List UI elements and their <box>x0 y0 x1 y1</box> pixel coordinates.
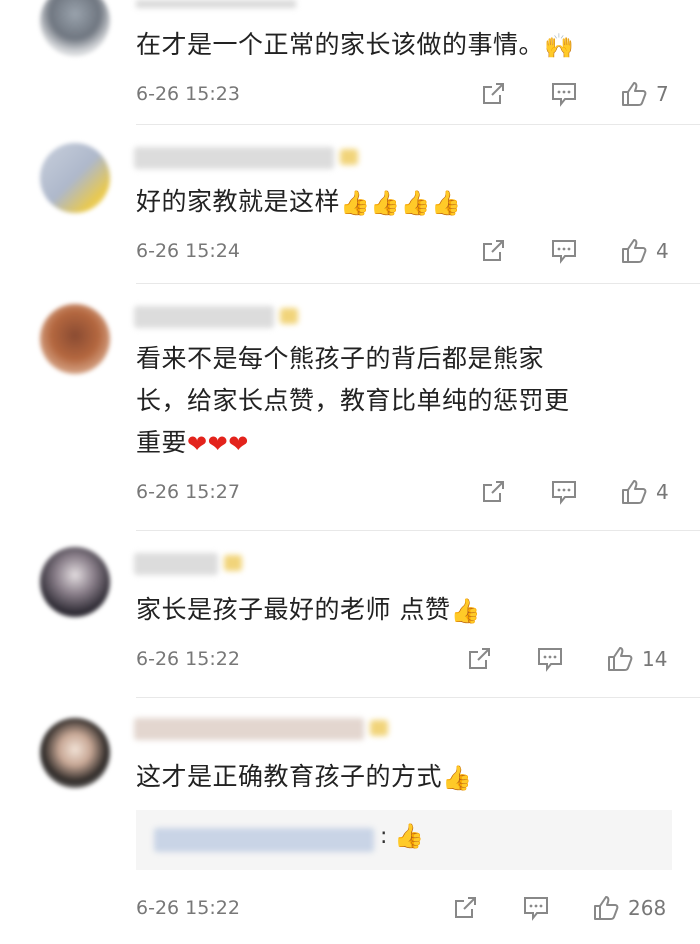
like-button[interactable]: 7 <box>620 79 669 109</box>
comment-icon <box>524 897 548 921</box>
reply-username[interactable] <box>154 828 374 852</box>
reply-colon: : <box>380 824 388 849</box>
share-button[interactable] <box>480 236 506 266</box>
comment-button[interactable] <box>550 477 578 507</box>
username[interactable] <box>134 718 388 740</box>
comment-meta: 6-26 15:22 14 <box>136 644 680 674</box>
avatar[interactable] <box>40 718 110 788</box>
comment-item: 好的家教就是这样👍👍👍👍 6-26 15:24 4 <box>0 125 700 283</box>
avatar[interactable] <box>40 304 110 374</box>
like-icon <box>622 82 647 106</box>
like-button[interactable]: 4 <box>620 236 669 266</box>
comment-icon <box>552 83 576 107</box>
timestamp: 6-26 15:22 <box>136 897 240 919</box>
comment-meta: 6-26 15:27 4 <box>136 477 680 507</box>
like-icon <box>608 647 633 671</box>
comment-button[interactable] <box>550 236 578 266</box>
comment-button[interactable] <box>536 644 564 674</box>
comment-item: 这才是正确教育孩子的方式👍 : 👍 6-26 15:22 268 <box>0 698 700 944</box>
comment-icon <box>538 648 562 672</box>
comment-meta: 6-26 15:24 4 <box>136 236 680 266</box>
comment-text: 在才是一个正常的家长该做的事情。🙌 <box>136 30 575 60</box>
share-button[interactable] <box>480 477 506 507</box>
comment-feed: 在才是一个正常的家长该做的事情。🙌 6-26 15:23 7 好的家教就是这样👍… <box>0 0 700 944</box>
comment-item: 看来不是每个熊孩子的背后都是熊家 长，给家长点赞，教育比单纯的惩罚更 重要❤❤❤… <box>0 284 700 530</box>
timestamp: 6-26 15:27 <box>136 481 240 503</box>
share-icon <box>483 83 504 104</box>
like-button[interactable]: 268 <box>592 893 666 923</box>
comment-button[interactable] <box>522 893 550 923</box>
thumbs-up-emoji: 👍 <box>394 822 424 850</box>
comment-meta: 6-26 15:22 268 <box>136 893 680 923</box>
comment-text: 这才是正确教育孩子的方式👍 <box>136 762 473 792</box>
like-button[interactable]: 4 <box>620 477 669 507</box>
heart-emoji: ❤❤❤ <box>187 430 249 458</box>
username[interactable] <box>136 0 296 8</box>
like-count: 14 <box>642 647 668 671</box>
avatar[interactable] <box>40 0 110 56</box>
timestamp: 6-26 15:22 <box>136 648 240 670</box>
like-button[interactable]: 14 <box>606 644 667 674</box>
username[interactable] <box>134 553 242 575</box>
like-count: 4 <box>656 239 669 263</box>
share-icon <box>469 648 490 669</box>
like-icon <box>594 896 619 920</box>
timestamp: 6-26 15:24 <box>136 240 240 262</box>
comment-text: 看来不是每个熊孩子的背后都是熊家 长，给家长点赞，教育比单纯的惩罚更 重要❤❤❤ <box>136 344 570 458</box>
thumbs-up-emoji: 👍 <box>442 764 473 792</box>
avatar[interactable] <box>40 547 110 617</box>
like-icon <box>622 239 647 263</box>
comment-item: 在才是一个正常的家长该做的事情。🙌 6-26 15:23 7 <box>0 0 700 125</box>
comment-item: 家长是孩子最好的老师 点赞👍 6-26 15:22 14 <box>0 531 700 697</box>
share-icon <box>483 481 504 502</box>
username[interactable] <box>134 306 298 328</box>
comment-text: 家长是孩子最好的老师 点赞👍 <box>136 595 481 625</box>
like-count: 7 <box>656 82 669 106</box>
share-button[interactable] <box>452 893 478 923</box>
reply-preview[interactable]: : 👍 <box>136 810 672 870</box>
like-icon <box>622 480 647 504</box>
username[interactable] <box>134 147 358 169</box>
thumbs-up-emoji: 👍👍👍👍 <box>340 189 462 217</box>
comment-text: 好的家教就是这样👍👍👍👍 <box>136 187 462 217</box>
share-icon <box>455 897 476 918</box>
comment-icon <box>552 481 576 505</box>
timestamp: 6-26 15:23 <box>136 83 240 105</box>
share-button[interactable] <box>480 79 506 109</box>
like-count: 268 <box>628 896 667 920</box>
share-icon <box>483 240 504 261</box>
clap-emoji: 🙌 <box>544 32 575 60</box>
share-button[interactable] <box>466 644 492 674</box>
comment-button[interactable] <box>550 79 578 109</box>
comment-meta: 6-26 15:23 7 <box>136 79 680 109</box>
comment-icon <box>552 240 576 264</box>
thumbs-up-emoji: 👍 <box>450 597 481 625</box>
like-count: 4 <box>656 480 669 504</box>
avatar[interactable] <box>40 143 110 213</box>
